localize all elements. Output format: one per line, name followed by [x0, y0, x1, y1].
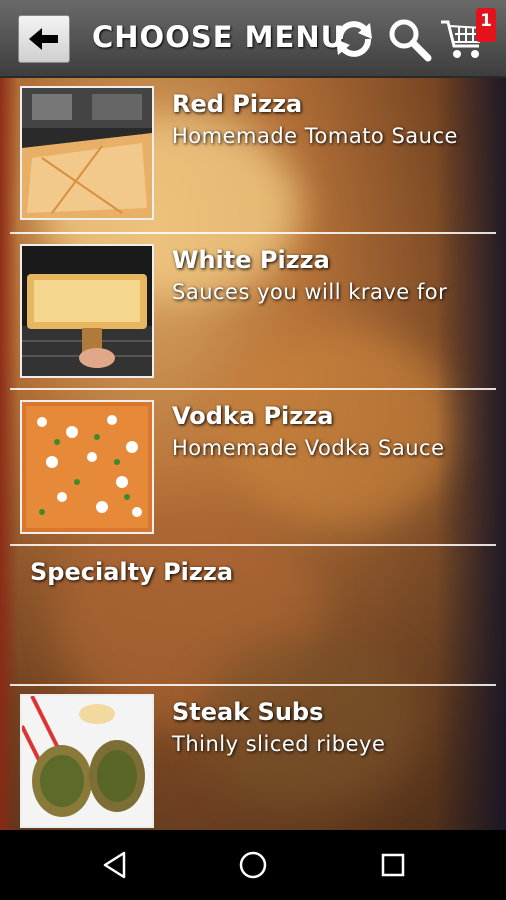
refresh-button[interactable]	[329, 14, 379, 64]
item-name: Vodka Pizza	[172, 402, 334, 430]
cart-count-badge: 1	[476, 8, 496, 42]
item-name: White Pizza	[172, 246, 330, 274]
item-description: Homemade Tomato Sauce	[172, 124, 458, 148]
back-triangle-icon	[103, 851, 126, 879]
nav-recents-button[interactable]	[373, 847, 413, 883]
menu-item-steak-subs[interactable]: Steak Subs Thinly sliced ribeye	[10, 686, 496, 830]
nav-home-button[interactable]	[233, 847, 273, 883]
menu-item-white-pizza[interactable]: White Pizza Sauces you will krave for	[10, 234, 496, 390]
search-icon	[389, 19, 432, 62]
item-description: Sauces you will krave for	[172, 280, 448, 304]
nav-back-button[interactable]	[95, 847, 135, 883]
menu-list[interactable]: Red Pizza Homemade Tomato Sauce White Pi…	[10, 78, 496, 830]
menu-item-vodka-pizza[interactable]: Vodka Pizza Homemade Vodka Sauce	[10, 390, 496, 546]
menu-item-specialty-pizza[interactable]: Specialty Pizza	[10, 546, 496, 686]
red-pizza-image	[20, 86, 154, 220]
item-name: Specialty Pizza	[30, 558, 234, 586]
recents-square-icon	[381, 853, 405, 877]
item-description: Thinly sliced ribeye	[172, 732, 386, 756]
menu-item-red-pizza[interactable]: Red Pizza Homemade Tomato Sauce	[10, 78, 496, 234]
home-circle-icon	[239, 851, 267, 879]
item-description: Homemade Vodka Sauce	[172, 436, 445, 460]
vodka-pizza-image	[20, 400, 154, 534]
top-app-bar: CHOOSE MENU 1	[0, 0, 506, 78]
search-button[interactable]	[384, 14, 434, 64]
item-name: Steak Subs	[172, 698, 324, 726]
page-title: CHOOSE MENU	[92, 20, 346, 54]
system-nav-bar	[0, 830, 506, 900]
back-arrow-icon	[29, 28, 58, 50]
white-pizza-image	[20, 244, 154, 378]
refresh-icon	[336, 21, 372, 57]
steak-subs-image	[20, 694, 154, 828]
item-name: Red Pizza	[172, 90, 303, 118]
back-button[interactable]	[18, 15, 70, 63]
